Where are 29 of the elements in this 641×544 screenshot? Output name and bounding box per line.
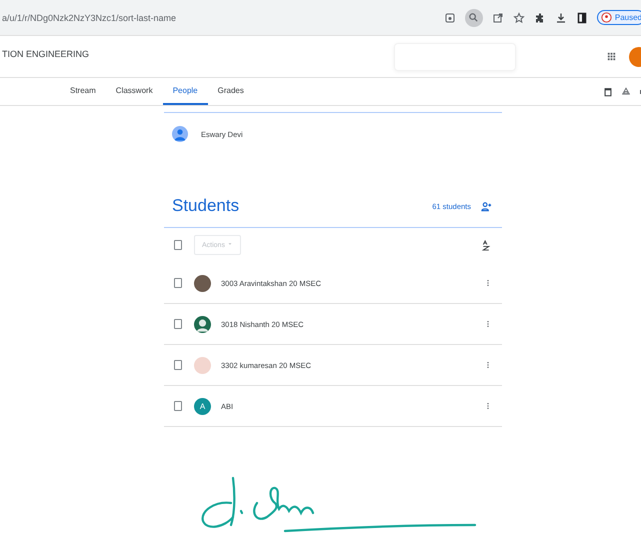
zoom-button[interactable] [464, 8, 483, 26]
section-heading: Students [172, 196, 240, 216]
sidebar-icon[interactable] [576, 12, 588, 24]
nav-tab[interactable]: Stream [60, 78, 106, 105]
nav-tab[interactable]: Grades [208, 78, 254, 105]
search-icon [468, 12, 480, 23]
row-checkbox[interactable] [174, 360, 182, 370]
screen-icon[interactable] [444, 12, 456, 24]
download-icon[interactable] [554, 12, 567, 24]
row-checkbox[interactable] [174, 278, 182, 288]
class-title: TION ENGINEERING [2, 48, 90, 58]
sort-icon[interactable] [481, 240, 492, 250]
star-icon[interactable] [512, 12, 525, 24]
nav-tab[interactable]: Classwork [106, 78, 163, 105]
profile-icon [600, 12, 612, 23]
calendar-icon[interactable] [603, 86, 613, 96]
puzzle-icon[interactable] [534, 12, 546, 24]
caret-icon [226, 241, 233, 247]
nav-tab[interactable]: People [162, 78, 208, 105]
letter-avatar: A [194, 398, 211, 414]
row-checkbox[interactable] [174, 401, 182, 411]
share-icon[interactable] [492, 12, 504, 24]
drive-icon[interactable] [621, 86, 631, 96]
add-person-icon[interactable] [481, 200, 492, 212]
select-all-checkbox[interactable] [174, 240, 182, 250]
apps-grid-icon[interactable] [606, 51, 617, 62]
url-text[interactable]: a/u/1/r/NDg0Nzk2NzY3Nzc1/sort-last-name [2, 12, 444, 22]
row-checkbox[interactable] [174, 319, 182, 329]
avatar-icon [172, 126, 188, 142]
